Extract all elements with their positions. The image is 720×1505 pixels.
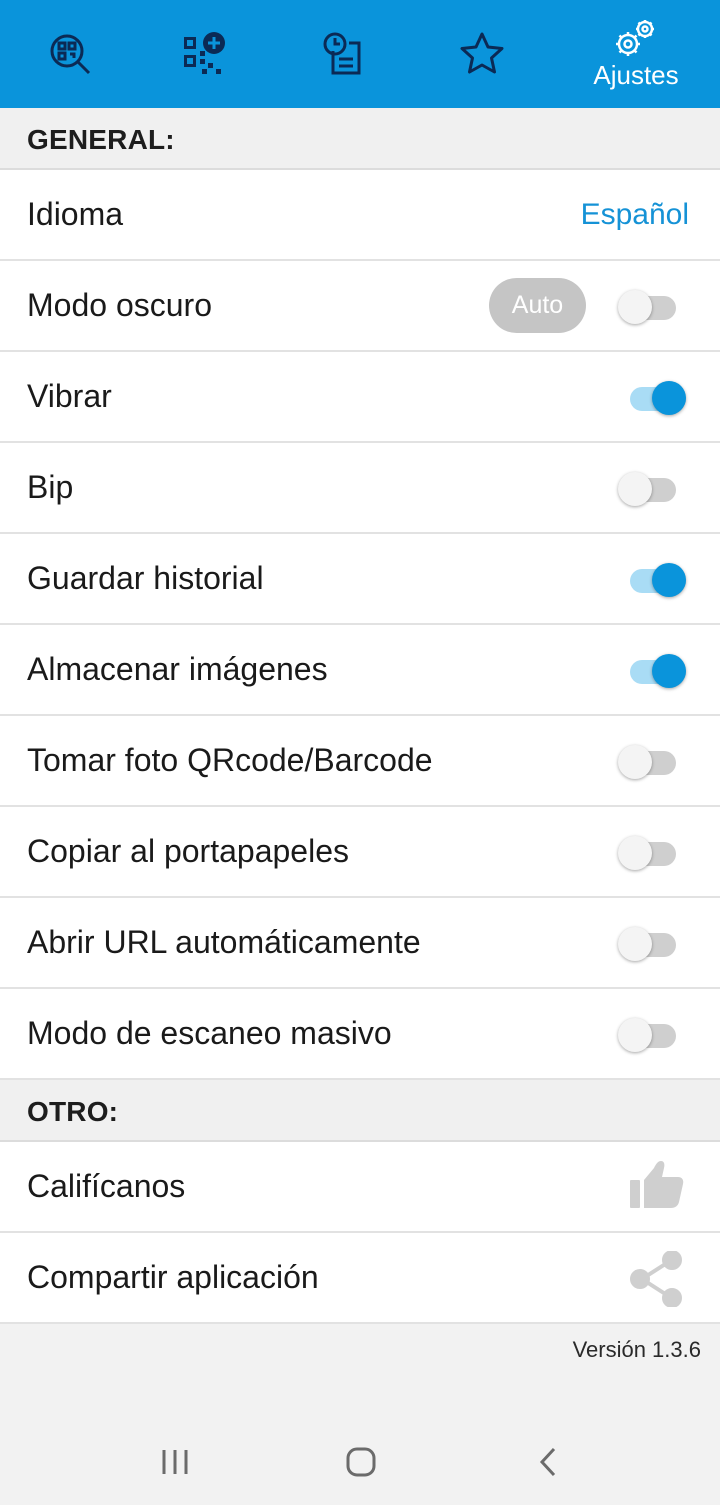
section-other-title: OTRO: <box>27 1096 119 1127</box>
share-icon <box>630 1251 682 1307</box>
setting-save-history: Guardar historial <box>0 534 720 625</box>
dark-mode-auto-button[interactable]: Auto <box>489 278 586 333</box>
setting-open-url-label: Abrir URL automáticamente <box>27 924 421 960</box>
qr-scan-search-icon <box>50 34 91 75</box>
setting-bulk-scan: Modo de escaneo masivo <box>0 989 720 1080</box>
top-tab-bar: Ajustes <box>0 0 720 108</box>
setting-beep: Bip <box>0 443 720 534</box>
system-nav-bar <box>0 1418 720 1505</box>
setting-vibrate-label: Vibrar <box>27 378 112 414</box>
recents-button[interactable] <box>135 1418 215 1505</box>
section-general-title: GENERAL: <box>27 124 175 155</box>
star-icon <box>460 32 504 74</box>
setting-vibrate: Vibrar <box>0 352 720 443</box>
copy-clipboard-toggle[interactable] <box>618 833 688 873</box>
qr-add-icon <box>184 32 225 74</box>
dark-mode-toggle[interactable] <box>618 287 688 327</box>
setting-store-images-label: Almacenar imágenes <box>27 651 328 687</box>
beep-toggle[interactable] <box>618 469 688 509</box>
setting-bulk-scan-label: Modo de escaneo masivo <box>27 1015 392 1051</box>
setting-take-photo-label: Tomar foto QRcode/Barcode <box>27 742 433 778</box>
tab-history[interactable] <box>302 0 382 108</box>
bulk-scan-toggle[interactable] <box>618 1015 688 1055</box>
setting-save-history-label: Guardar historial <box>27 560 264 596</box>
setting-dark-mode-label: Modo oscuro <box>27 287 212 323</box>
back-icon <box>539 1447 556 1476</box>
tab-settings[interactable]: Ajustes <box>580 0 692 108</box>
share-app-label: Compartir aplicación <box>27 1259 319 1295</box>
setting-store-images: Almacenar imágenes <box>0 625 720 716</box>
setting-language[interactable]: Idioma Español <box>0 170 720 261</box>
store-images-toggle[interactable] <box>618 651 688 691</box>
recents-icon <box>162 1449 188 1474</box>
home-icon <box>346 1447 376 1476</box>
thumbs-up-icon <box>630 1161 684 1208</box>
history-document-icon <box>323 32 361 75</box>
open-url-toggle[interactable] <box>618 924 688 964</box>
section-other: OTRO: <box>0 1080 720 1142</box>
tab-settings-label: Ajustes <box>593 59 679 90</box>
setting-language-label: Idioma <box>27 196 124 232</box>
tab-create[interactable] <box>165 0 245 108</box>
setting-copy-clipboard: Copiar al portapapeles <box>0 807 720 898</box>
home-button[interactable] <box>321 1418 401 1505</box>
setting-open-url: Abrir URL automáticamente <box>0 898 720 989</box>
rate-app-label: Califícanos <box>27 1168 186 1204</box>
vibrate-toggle[interactable] <box>618 378 688 418</box>
tab-scan[interactable] <box>30 0 110 108</box>
language-value[interactable]: Español <box>581 170 689 259</box>
tab-favorites[interactable] <box>442 0 522 108</box>
back-button[interactable] <box>508 1418 588 1505</box>
setting-dark-mode: Modo oscuro Auto <box>0 261 720 352</box>
setting-copy-clipboard-label: Copiar al portapapeles <box>27 833 349 869</box>
take-photo-toggle[interactable] <box>618 742 688 782</box>
share-app-row[interactable]: Compartir aplicación <box>0 1233 720 1324</box>
setting-beep-label: Bip <box>27 469 74 505</box>
app-version: Versión 1.3.6 <box>572 1337 701 1362</box>
setting-take-photo: Tomar foto QRcode/Barcode <box>0 716 720 807</box>
section-general: GENERAL: <box>0 108 720 170</box>
save-history-toggle[interactable] <box>618 560 688 600</box>
rate-app-row[interactable]: Califícanos <box>0 1142 720 1233</box>
gear-icon <box>616 19 654 56</box>
